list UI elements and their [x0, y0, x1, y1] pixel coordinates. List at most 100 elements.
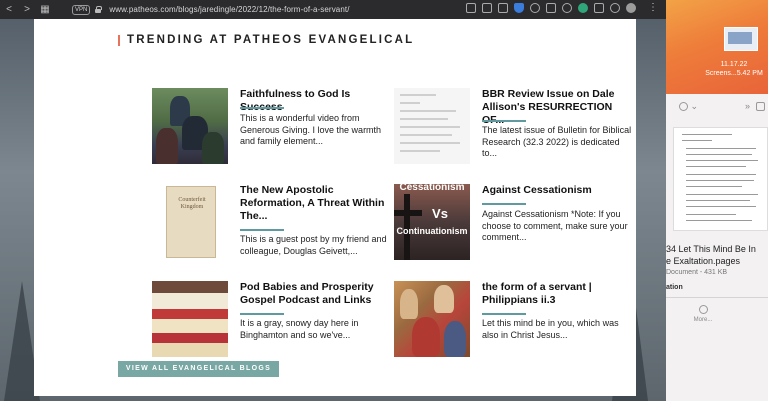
text-line	[400, 110, 456, 112]
article-excerpt: It is a gray, snowy day here in Binghamt…	[240, 318, 359, 340]
options-icon[interactable]	[679, 102, 688, 112]
section-title: TRENDING AT PATHEOS EVANGELICAL	[118, 34, 414, 46]
figure-shape	[412, 317, 440, 357]
extension-icon[interactable]	[578, 3, 588, 13]
chevrons-icon[interactable]: »	[745, 101, 750, 111]
article-thumbnail[interactable]: Counterfeit Kingdom	[152, 184, 228, 260]
preview-line	[682, 134, 732, 135]
text-line	[400, 134, 452, 136]
article-excerpt: Against Cessationism *Note: If you choos…	[482, 209, 628, 242]
panel-header: ⌄ »	[679, 101, 768, 115]
article-card[interactable]: Counterfeit Kingdom The New Apostolic Re…	[152, 184, 392, 264]
more-label: More...	[693, 317, 713, 323]
preview-line	[686, 186, 742, 187]
text-line	[400, 118, 448, 120]
cube-icon[interactable]	[594, 3, 604, 13]
article-excerpt: Let this mind be in you, which was also …	[482, 318, 619, 340]
preview-line	[686, 160, 758, 161]
title-rule	[240, 313, 284, 315]
title-rule	[482, 203, 526, 205]
title-rule	[482, 120, 526, 122]
cake-layer	[152, 343, 228, 357]
thumb-word: Cessationism	[399, 184, 465, 193]
panel-divider	[666, 297, 768, 298]
file-meta: Document - 431 KB	[666, 269, 728, 276]
text-line	[400, 94, 436, 96]
file-name: 34 Let This Mind Be In e Exaltation.page…	[666, 243, 768, 267]
file-name-line: e Exaltation.pages	[666, 256, 741, 266]
article-card[interactable]: Pod Babies and Prosperity Gospel Podcast…	[152, 281, 392, 361]
article-thumbnail[interactable]	[394, 88, 470, 164]
cake-layer	[152, 281, 228, 293]
figure-shape	[444, 321, 466, 357]
document-preview[interactable]	[673, 127, 768, 231]
preview-line	[686, 206, 756, 207]
heart-icon[interactable]	[562, 3, 572, 13]
article-card[interactable]: BBR Review Issue on Dale Allison's RESUR…	[394, 88, 634, 168]
article-title[interactable]: Faithfulness to God Is Success	[240, 88, 390, 114]
article-title[interactable]: Against Cessationism	[482, 184, 632, 197]
chevron-down-icon[interactable]: ⌄	[691, 101, 699, 111]
text-line	[400, 150, 440, 152]
article-title[interactable]: The New Apostolic Reformation, A Threat …	[240, 184, 390, 223]
vpn-badge[interactable]: VPN	[72, 4, 91, 15]
menu-icon[interactable]: ⋮	[648, 2, 658, 13]
figure-shape	[400, 289, 418, 319]
preview-line	[686, 154, 752, 155]
send-icon[interactable]	[546, 3, 556, 13]
figure-shape	[156, 128, 178, 164]
article-excerpt: This is a guest post by my friend and co…	[240, 234, 387, 256]
article-thumbnail[interactable]	[394, 281, 470, 357]
cake-layer	[152, 309, 228, 319]
reader-icon[interactable]	[466, 3, 476, 13]
more-button[interactable]: More...	[688, 305, 718, 323]
preview-line	[686, 148, 756, 149]
book-title: Counterfeit Kingdom	[178, 197, 206, 210]
screenshot-file-icon[interactable]	[724, 27, 758, 51]
browser-toolbar: < > ▦ VPN www.patheos.com/blogs/jareding…	[0, 0, 666, 19]
view-all-blogs-button[interactable]: VIEW ALL EVANGELICAL BLOGS	[118, 361, 279, 377]
lock-icon	[95, 6, 103, 13]
article-thumbnail[interactable]: Cessationism Vs Continuationism	[394, 184, 470, 260]
address-bar[interactable]: www.patheos.com/blogs/jaredingle/2022/12…	[109, 5, 349, 14]
share-icon[interactable]	[756, 102, 765, 111]
forward-button[interactable]: >	[18, 4, 36, 15]
file-name-line: 34 Let This Mind Be In	[666, 244, 756, 254]
thumb-word: Continuationism	[396, 226, 468, 236]
figure-shape	[202, 132, 224, 164]
preview-line	[682, 140, 712, 141]
tab-grid-icon[interactable]: ▦	[36, 4, 54, 15]
thumb-word: Vs	[432, 206, 448, 221]
back-button[interactable]: <	[0, 4, 18, 15]
screenshot-file-label[interactable]: 11.17.22 Screens...5.42 PM	[700, 60, 768, 78]
shield-icon[interactable]	[514, 3, 524, 13]
article-excerpt: The latest issue of Bulletin for Biblica…	[482, 125, 632, 158]
figure-shape	[434, 285, 454, 313]
article-thumbnail[interactable]	[152, 88, 228, 164]
article-thumbnail[interactable]	[152, 281, 228, 357]
preview-line	[686, 166, 746, 167]
preview-line	[686, 194, 758, 195]
article-card[interactable]: the form of a servant | Philippians ii.3…	[394, 281, 634, 361]
title-rule	[240, 229, 284, 231]
cake-layer	[152, 333, 228, 343]
title-rule	[240, 107, 284, 109]
article-card[interactable]: Cessationism Vs Continuationism Against …	[394, 184, 634, 264]
more-icon	[698, 305, 708, 314]
grid-icon[interactable]	[482, 3, 492, 13]
text-line	[400, 102, 420, 104]
camera-icon[interactable]	[498, 3, 508, 13]
preview-line	[686, 174, 756, 175]
download-icon[interactable]	[610, 3, 620, 13]
text-line	[400, 142, 460, 144]
book-cover: Counterfeit Kingdom	[166, 186, 216, 258]
history-icon[interactable]	[530, 3, 540, 13]
toolbar-icons	[466, 3, 636, 13]
article-title[interactable]: the form of a servant | Philippians ii.3	[482, 281, 632, 307]
cake-layer	[152, 319, 228, 333]
preview-line	[686, 180, 754, 181]
preview-line	[686, 200, 750, 201]
article-card[interactable]: Faithfulness to God Is Success This is a…	[152, 88, 392, 168]
article-title[interactable]: Pod Babies and Prosperity Gospel Podcast…	[240, 281, 390, 307]
avatar-icon[interactable]	[626, 3, 636, 13]
